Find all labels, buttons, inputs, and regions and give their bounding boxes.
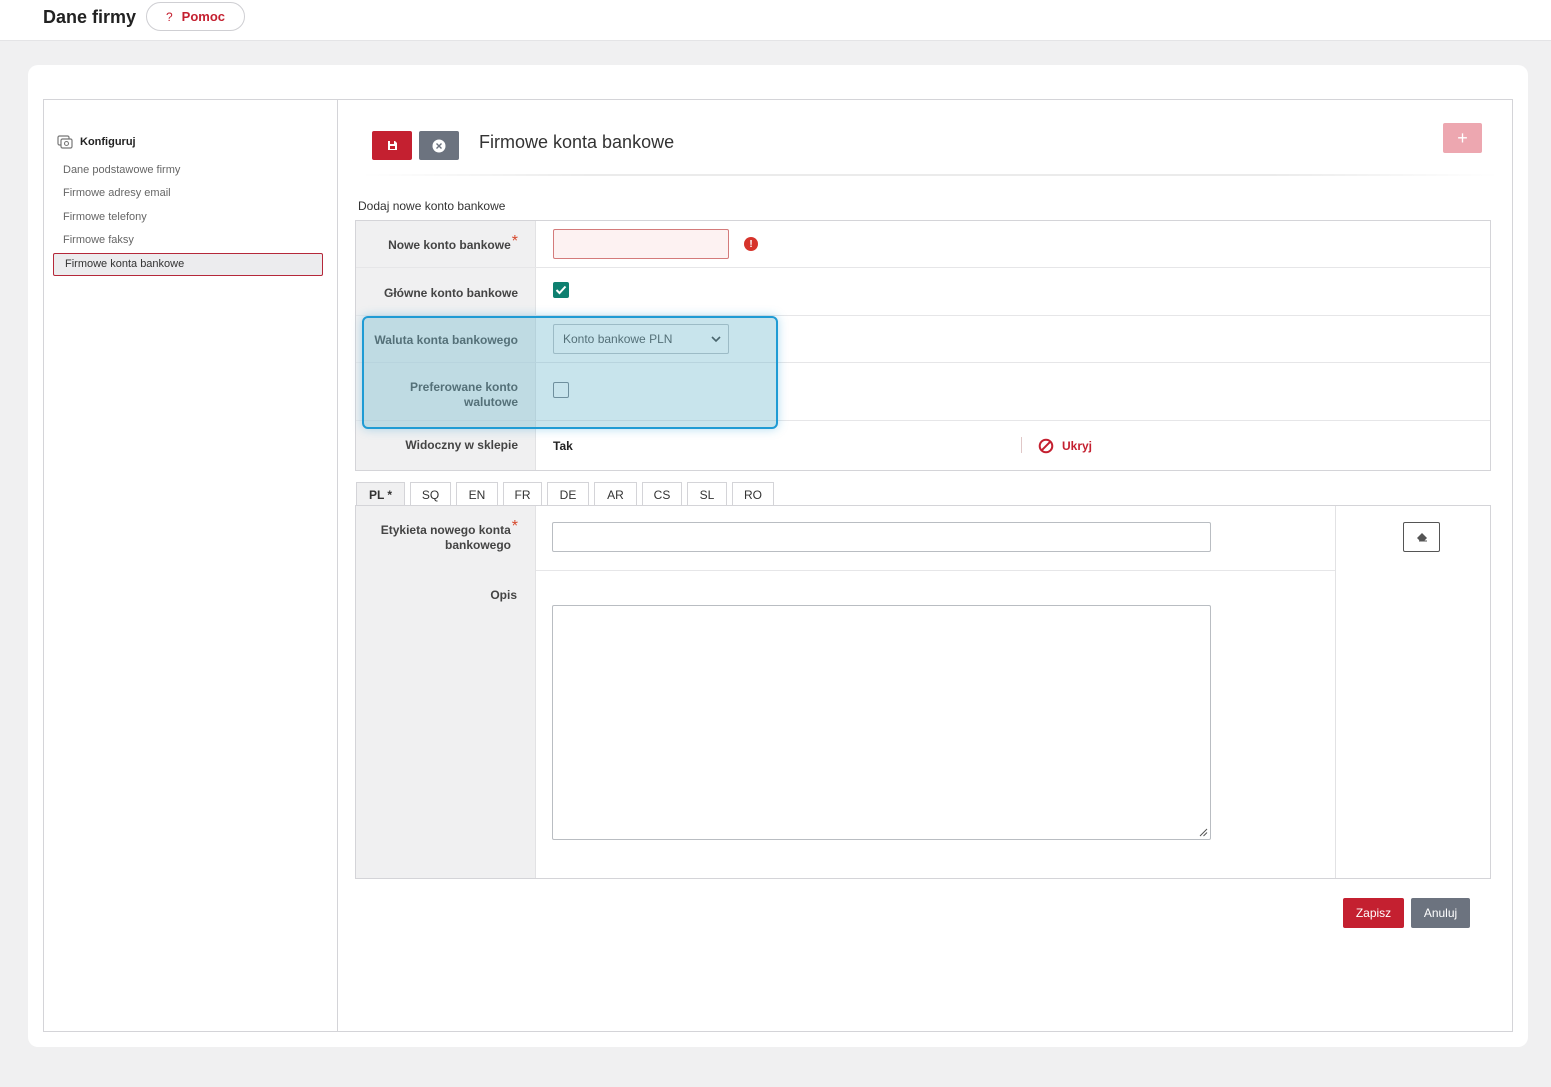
new-account-label: Nowe konto bankowe* bbox=[388, 233, 518, 253]
tab-sl[interactable]: SL bbox=[687, 482, 727, 506]
erase-button[interactable] bbox=[1403, 522, 1440, 552]
sidebar-item-bank-accounts[interactable]: Firmowe konta bankowe bbox=[53, 253, 323, 276]
row-divider bbox=[356, 362, 1490, 363]
required-mark: * bbox=[511, 233, 518, 250]
account-label-input[interactable] bbox=[552, 522, 1211, 552]
top-bar: Dane firmy ? Pomoc bbox=[0, 0, 1551, 41]
question-icon: ? bbox=[165, 9, 173, 24]
chevron-down-icon bbox=[711, 336, 721, 343]
help-button-label: Pomoc bbox=[181, 9, 226, 24]
tab-pl[interactable]: PL * bbox=[356, 482, 405, 506]
section-title: Firmowe konta bankowe bbox=[479, 132, 675, 152]
row-divider bbox=[536, 570, 1335, 571]
visible-value: Tak bbox=[553, 439, 573, 453]
hide-button-label: Ukryj bbox=[1062, 439, 1093, 453]
tab-sq[interactable]: SQ bbox=[410, 482, 451, 506]
help-button[interactable]: ? Pomoc bbox=[146, 2, 245, 31]
add-button[interactable]: + bbox=[1443, 123, 1482, 153]
sidebar-heading: Konfiguruj bbox=[57, 134, 136, 149]
gears-icon bbox=[57, 135, 73, 149]
currency-select-value: Konto bankowe PLN bbox=[563, 332, 673, 346]
side-column-divider bbox=[1335, 506, 1336, 878]
visible-divider bbox=[1021, 437, 1022, 453]
preferred-label: Preferowane konto walutowe bbox=[409, 380, 518, 409]
save-icon-button[interactable] bbox=[372, 131, 412, 160]
floppy-disk-icon bbox=[387, 141, 397, 150]
row-divider bbox=[356, 420, 1490, 421]
exclamation-circle-icon: ! bbox=[744, 237, 758, 251]
description-label: Opis bbox=[490, 588, 517, 602]
close-icon-button[interactable] bbox=[419, 131, 459, 160]
save-button[interactable]: Zapisz bbox=[1343, 898, 1404, 928]
main-account-label: Główne konto bankowe bbox=[383, 286, 518, 300]
tab-cs[interactable]: CS bbox=[642, 482, 682, 506]
hide-button[interactable]: Ukryj bbox=[1038, 438, 1092, 454]
tab-ar[interactable]: AR bbox=[594, 482, 637, 506]
tab-fr[interactable]: FR bbox=[503, 482, 542, 506]
page-title: Dane firmy bbox=[43, 7, 137, 27]
main-account-checkbox[interactable] bbox=[553, 282, 569, 298]
row-divider bbox=[356, 315, 1490, 316]
sidebar-divider bbox=[337, 99, 338, 1032]
label-column bbox=[356, 506, 536, 878]
preferred-checkbox[interactable] bbox=[553, 382, 569, 398]
prohibited-icon bbox=[1038, 438, 1054, 454]
eraser-icon bbox=[1416, 533, 1427, 542]
tab-de[interactable]: DE bbox=[547, 482, 589, 506]
sidebar-item-basic-data[interactable]: Dane podstawowe firmy bbox=[63, 164, 180, 176]
tab-ro[interactable]: RO bbox=[732, 482, 774, 506]
tab-en[interactable]: EN bbox=[456, 482, 498, 506]
form-subheading: Dodaj nowe konto bankowe bbox=[358, 199, 506, 213]
visible-label: Widoczny w sklepie bbox=[405, 438, 518, 452]
header-shadow bbox=[360, 174, 1500, 176]
bank-account-form bbox=[355, 220, 1491, 471]
account-label-field-label: Etykieta nowego konta* bankowego bbox=[380, 518, 518, 553]
required-mark: * bbox=[511, 518, 518, 535]
currency-label: Waluta konta bankowego bbox=[374, 333, 518, 347]
sidebar-item-faxes[interactable]: Firmowe faksy bbox=[63, 234, 134, 246]
sidebar-heading-label: Konfiguruj bbox=[80, 135, 136, 148]
circle-x-icon bbox=[432, 139, 446, 152]
sidebar-item-emails[interactable]: Firmowe adresy email bbox=[63, 187, 171, 199]
new-account-input[interactable] bbox=[553, 229, 729, 259]
currency-select[interactable]: Konto bankowe PLN bbox=[553, 324, 729, 354]
resize-grip-icon[interactable] bbox=[1199, 828, 1208, 837]
cancel-button[interactable]: Anuluj bbox=[1411, 898, 1470, 928]
row-divider bbox=[356, 267, 1490, 268]
description-textarea[interactable] bbox=[552, 605, 1211, 840]
checkmark-icon bbox=[555, 285, 567, 295]
sidebar-item-phones[interactable]: Firmowe telefony bbox=[63, 211, 147, 223]
